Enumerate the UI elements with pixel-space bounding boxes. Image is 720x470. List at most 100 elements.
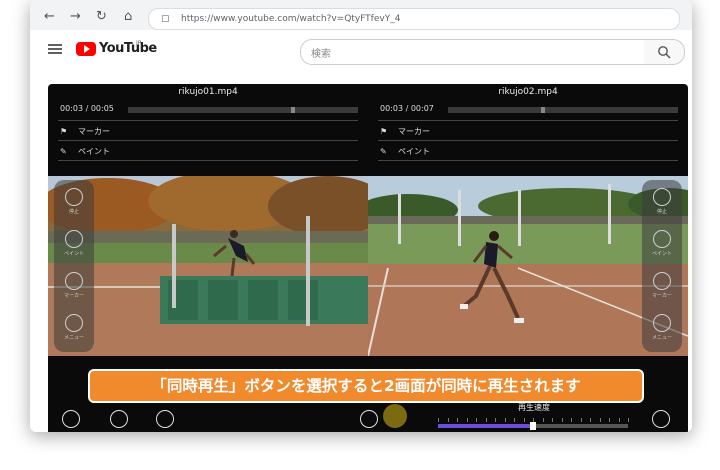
divider <box>58 120 358 121</box>
search-input[interactable]: 検索 <box>300 39 646 65</box>
divider <box>378 140 678 141</box>
list-icon[interactable] <box>156 410 174 428</box>
divider <box>58 160 358 161</box>
menu-list-icon[interactable] <box>65 314 83 332</box>
clip-seekbar[interactable] <box>448 107 678 113</box>
instruction-caption: 「同時再生」ボタンを選択すると2画面が同時に再生されます <box>88 369 644 403</box>
speed-tick <box>552 418 553 422</box>
pencil-icon: ✎ <box>380 147 387 156</box>
marker-label: マーカー <box>398 127 430 136</box>
paint-label: ペイント <box>398 147 430 156</box>
search-placeholder: 検索 <box>311 49 331 60</box>
clip-time: 00:03 / 00:07 <box>380 104 434 113</box>
divider <box>378 160 678 161</box>
paint-label: ペイント <box>651 251 672 257</box>
paint-row[interactable]: ✎ ペイント <box>380 146 430 157</box>
clip-panel-right: rikujo02.mp4 00:03 / 00:07 ⚑ マーカー ✎ ペイント <box>368 84 688 176</box>
paint-label: ペイント <box>63 251 84 257</box>
paint-row[interactable]: ✎ ペイント <box>60 146 110 157</box>
search-button[interactable] <box>644 39 685 65</box>
clip-panel-left: rikujo01.mp4 00:03 / 00:05 ⚑ マーカー ✎ ペイント <box>48 84 368 176</box>
marker-row[interactable]: ⚑ マーカー <box>380 126 430 137</box>
side-controls-right: 停止 ペイント マーカー メニュー <box>642 180 682 352</box>
search-icon <box>658 46 671 59</box>
youtube-header: YouTube JP 検索 <box>30 32 692 70</box>
speed-tick <box>485 418 487 422</box>
reload-icon[interactable]: ↻ <box>96 10 107 24</box>
sprint-video-frame <box>368 176 688 356</box>
pause-icon[interactable] <box>653 188 671 206</box>
speed-label: 再生速度 <box>518 403 550 412</box>
side-controls-left: 停止 ペイント マーカー メニュー <box>54 180 94 352</box>
address-bar[interactable]: ▢ https://www.youtube.com/watch?v=QtyFTf… <box>148 8 680 30</box>
menu-icon[interactable] <box>48 44 62 54</box>
marker-icon[interactable] <box>653 272 671 290</box>
camera-icon[interactable] <box>110 410 128 428</box>
menu-list-icon[interactable] <box>653 314 671 332</box>
clip-seekbar[interactable] <box>128 107 358 113</box>
video-right[interactable] <box>368 176 688 356</box>
clip-filename: rikujo01.mp4 <box>178 87 238 97</box>
speed-tick <box>609 418 610 422</box>
forward-arrow-icon[interactable]: → <box>70 10 81 24</box>
paint-icon[interactable] <box>65 230 83 248</box>
speed-tick <box>466 418 468 422</box>
speed-tick <box>504 418 506 422</box>
speed-tick <box>580 418 582 422</box>
speed-slider-fill <box>438 424 533 428</box>
pause-label: 停止 <box>656 209 667 215</box>
url-text[interactable]: https://www.youtube.com/watch?v=QtyFTfev… <box>181 14 400 24</box>
video-left[interactable] <box>48 176 368 356</box>
pause-label: 停止 <box>68 209 79 215</box>
menu-label: メニュー <box>63 335 84 341</box>
divider <box>378 120 678 121</box>
paint-label: ペイント <box>78 147 110 156</box>
hurdle-video-frame <box>48 176 368 356</box>
cursor-pointer-icon <box>383 404 407 428</box>
dual-video-player: rikujo01.mp4 00:03 / 00:05 ⚑ マーカー ✎ ペイント r… <box>48 84 688 432</box>
speed-tick <box>476 418 477 422</box>
menu-label: メニュー <box>651 335 672 341</box>
speed-tick <box>523 418 525 422</box>
marker-label: マーカー <box>78 127 110 136</box>
region-label: JP <box>136 40 142 47</box>
clip-filename: rikujo02.mp4 <box>498 87 558 97</box>
speed-tick <box>514 418 515 422</box>
pause-all-icon[interactable] <box>652 410 670 428</box>
speed-slider-knob[interactable] <box>530 422 536 430</box>
youtube-logo-icon[interactable] <box>76 42 96 56</box>
pause-icon[interactable] <box>65 188 83 206</box>
flag-icon: ⚑ <box>60 127 68 136</box>
speed-tick <box>618 418 620 422</box>
browser-toolbar: ← → ↻ ⌂ ▢ https://www.youtube.com/watch?… <box>30 0 692 30</box>
clip-time: 00:03 / 00:05 <box>60 104 114 113</box>
sync-play-pause-icon[interactable] <box>360 410 378 428</box>
speed-tick <box>495 418 496 422</box>
marker-icon[interactable] <box>65 272 83 290</box>
marker-label: マーカー <box>651 293 672 299</box>
pencil-icon: ✎ <box>60 147 67 156</box>
browser-window: ← → ↻ ⌂ ▢ https://www.youtube.com/watch?… <box>30 0 692 432</box>
speed-slider[interactable] <box>438 422 628 430</box>
speed-tick <box>447 418 449 422</box>
youtube-logo-text[interactable]: YouTube <box>99 41 157 56</box>
speed-tick <box>599 418 601 422</box>
speed-tick <box>571 418 572 422</box>
home-icon[interactable]: ⌂ <box>124 10 132 24</box>
seek-thumb[interactable] <box>290 107 295 113</box>
speed-tick <box>457 418 458 422</box>
divider <box>58 140 358 141</box>
speed-tick <box>542 418 544 422</box>
home-button-icon[interactable] <box>62 410 80 428</box>
page-info-icon[interactable]: ▢ <box>161 12 170 26</box>
flag-icon: ⚑ <box>380 127 388 136</box>
marker-row[interactable]: ⚑ マーカー <box>60 126 110 137</box>
speed-tick <box>438 418 439 422</box>
marker-label: マーカー <box>63 293 84 299</box>
paint-icon[interactable] <box>653 230 671 248</box>
speed-tick <box>590 418 591 422</box>
seek-thumb[interactable] <box>540 107 545 113</box>
speed-tick <box>628 418 629 422</box>
speed-tick <box>561 418 563 422</box>
back-arrow-icon[interactable]: ← <box>44 10 55 24</box>
